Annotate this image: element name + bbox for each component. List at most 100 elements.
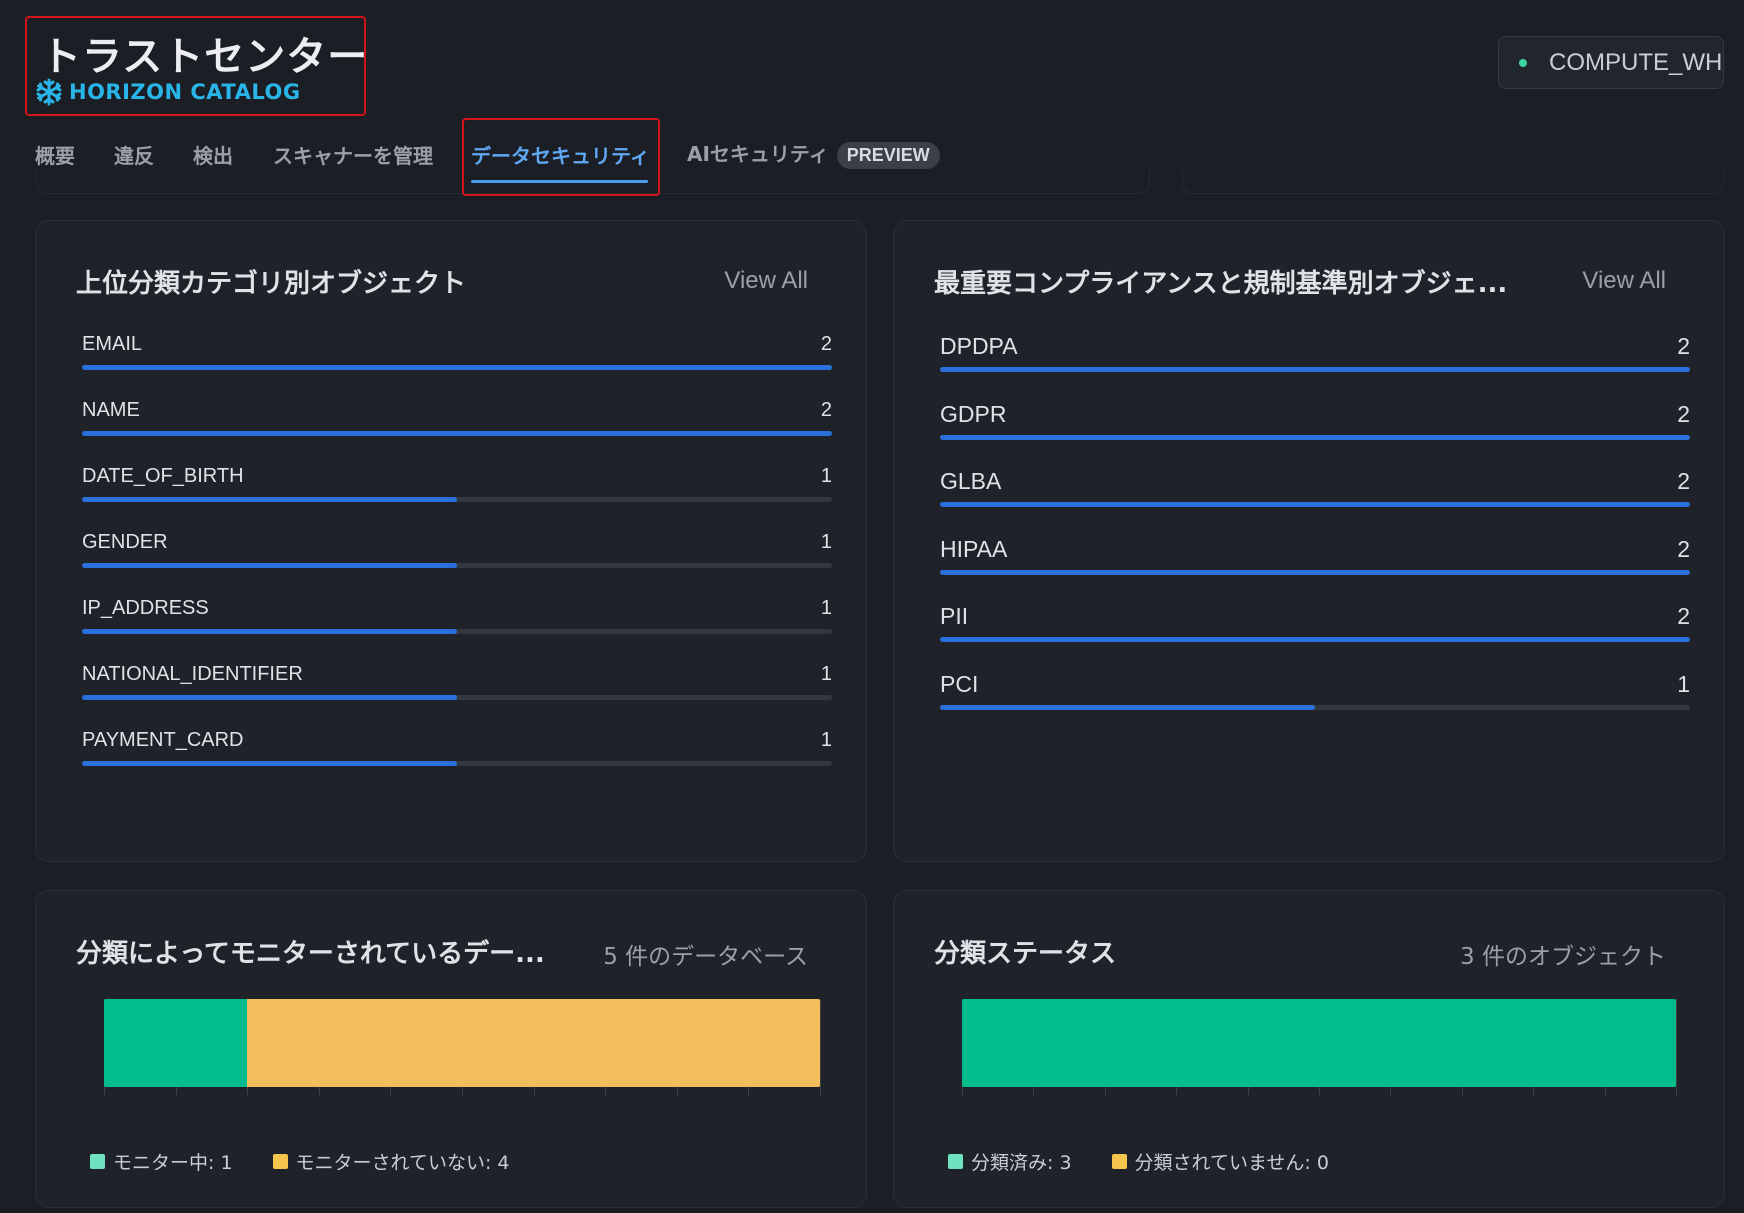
- progress-fill: [940, 367, 1690, 372]
- progress-track: [82, 365, 832, 370]
- brand-label: HORIZON CATALOG: [69, 80, 301, 104]
- page-title: トラストセンター: [41, 34, 369, 80]
- progress-fill: [82, 761, 457, 766]
- status-stacked-bar: [962, 999, 1677, 1095]
- category-row: EMAIL 2: [82, 333, 832, 399]
- object-count: 3 件のオブジェクト: [1460, 944, 1666, 970]
- row-label: IP_ADDRESS: [82, 597, 209, 619]
- legend-item: 分類されていません: 0: [1111, 1148, 1329, 1175]
- category-row: GENDER 1: [82, 531, 832, 597]
- view-all-link[interactable]: View All: [724, 267, 808, 295]
- tab-ai-security[interactable]: AIセキュリティ PREVIEW: [687, 138, 940, 169]
- progress-track: [940, 367, 1690, 372]
- monitor-card: 分類によってモニターされているデー... 5 件のデータベース モニター中: 1…: [35, 890, 867, 1208]
- category-row: IP_ADDRESS 1: [82, 597, 832, 663]
- bar-segment[interactable]: [104, 999, 248, 1087]
- tab-violations[interactable]: 違反: [114, 140, 154, 169]
- progress-track: [82, 431, 832, 436]
- card-title: 分類ステータス: [934, 939, 1117, 969]
- tab-bar: 概要 違反 検出 スキャナーを管理 データセキュリティ AIセキュリティ PREV…: [0, 118, 1744, 188]
- progress-fill: [82, 365, 832, 370]
- tab-overview[interactable]: 概要: [35, 140, 75, 169]
- progress-track: [82, 695, 832, 700]
- progress-fill: [940, 502, 1690, 507]
- progress-track: [940, 704, 1690, 710]
- row-count: 2: [1677, 400, 1690, 427]
- row-label: NATIONAL_IDENTIFIER: [82, 663, 303, 685]
- database-count: 5 件のデータベース: [603, 944, 808, 970]
- legend-item: モニター中: 1: [90, 1148, 233, 1175]
- legend-swatch: [90, 1154, 105, 1169]
- row-count: 1: [820, 531, 832, 553]
- row-count: 2: [1677, 468, 1690, 494]
- progress-track: [82, 497, 832, 502]
- progress-fill: [82, 497, 457, 502]
- bar-segment[interactable]: [247, 999, 820, 1087]
- stacked-bar: [962, 999, 1676, 1087]
- row-label: GDPR: [940, 400, 1007, 427]
- row-label: DPDPA: [940, 333, 1018, 359]
- compliance-row: GDPR 2: [940, 401, 1690, 469]
- row-count: 2: [1677, 603, 1690, 629]
- status-legend: 分類済み: 3 分類されていません: 0: [948, 1148, 1329, 1175]
- row-label: PII: [940, 603, 969, 629]
- progress-track: [940, 502, 1690, 507]
- row-label: DATE_OF_BIRTH: [82, 465, 244, 487]
- card-title: 上位分類カテゴリ別オブジェクト: [76, 269, 467, 299]
- row-label: NAME: [82, 399, 140, 421]
- legend-label: 分類済み: 3: [971, 1152, 1072, 1174]
- row-count: 1: [820, 663, 832, 685]
- row-count: 2: [820, 399, 832, 421]
- progress-fill: [940, 637, 1690, 642]
- compliance-row: DPDPA 2: [940, 333, 1690, 401]
- bar-segment[interactable]: [962, 999, 1676, 1087]
- progress-track: [940, 434, 1690, 440]
- warehouse-selector[interactable]: COMPUTE_WH: [1498, 36, 1724, 89]
- progress-track: [82, 629, 832, 634]
- row-count: 2: [1677, 535, 1690, 562]
- brand: HORIZON CATALOG: [35, 78, 301, 106]
- row-count: 1: [820, 729, 832, 751]
- row-label: PAYMENT_CARD: [82, 729, 244, 751]
- card-title: 分類によってモニターされているデー...: [76, 939, 545, 969]
- compliance-row: PCI 1: [940, 671, 1690, 739]
- status-card: 分類ステータス 3 件のオブジェクト 分類済み: 3 分類されていません: 0: [893, 890, 1725, 1208]
- compliance-row: PII 2: [940, 603, 1690, 671]
- title-highlight-box: トラストセンター HORIZON CATALOG: [25, 16, 369, 116]
- category-list: EMAIL 2 NAME 2 DATE_OF_BIRTH 1 GENDER 1 IP_ADDRE…: [82, 333, 832, 795]
- progress-fill: [82, 431, 832, 436]
- legend-item: モニターされていない: 4: [272, 1148, 510, 1175]
- status-dot-icon: [1519, 58, 1527, 67]
- row-count: 1: [820, 465, 832, 487]
- row-count: 2: [1677, 333, 1690, 359]
- row-label: GENDER: [82, 531, 168, 553]
- tab-detections[interactable]: 検出: [193, 140, 233, 169]
- category-row: DATE_OF_BIRTH 1: [82, 465, 832, 531]
- gridline: [1676, 999, 1677, 1095]
- row-label: HIPAA: [940, 535, 1008, 562]
- compliance-row: HIPAA 2: [940, 536, 1690, 604]
- progress-track: [940, 637, 1690, 642]
- compliance-row: GLBA 2: [940, 468, 1690, 536]
- compliance-list: DPDPA 2 GDPR 2 GLBA 2 HIPAA 2 PII 2 PCI 1: [940, 333, 1690, 738]
- legend-swatch: [272, 1154, 288, 1169]
- monitor-stacked-bar: [104, 999, 821, 1095]
- row-count: 1: [1677, 670, 1690, 697]
- progress-track: [82, 563, 832, 568]
- category-row: NAME 2: [82, 399, 832, 465]
- progress-track: [82, 761, 832, 766]
- progress-fill: [82, 695, 457, 700]
- legend-swatch: [1111, 1154, 1127, 1169]
- progress-fill: [82, 563, 457, 568]
- compliance-card: 最重要コンプライアンスと規制基準別オブジェ... View All DPDPA 2…: [893, 220, 1725, 862]
- tab-manage-scanners[interactable]: スキャナーを管理: [273, 140, 433, 169]
- row-label: PCI: [940, 670, 979, 697]
- row-count: 2: [820, 333, 832, 355]
- snowflake-icon: [36, 78, 62, 106]
- card-title: 最重要コンプライアンスと規制基準別オブジェ...: [934, 269, 1508, 299]
- view-all-link[interactable]: View All: [1582, 267, 1666, 295]
- progress-track: [940, 569, 1690, 575]
- row-count: 1: [820, 597, 832, 619]
- legend-label: 分類されていません: 0: [1134, 1152, 1329, 1174]
- tab-ai-security-label: AIセキュリティ: [687, 142, 829, 166]
